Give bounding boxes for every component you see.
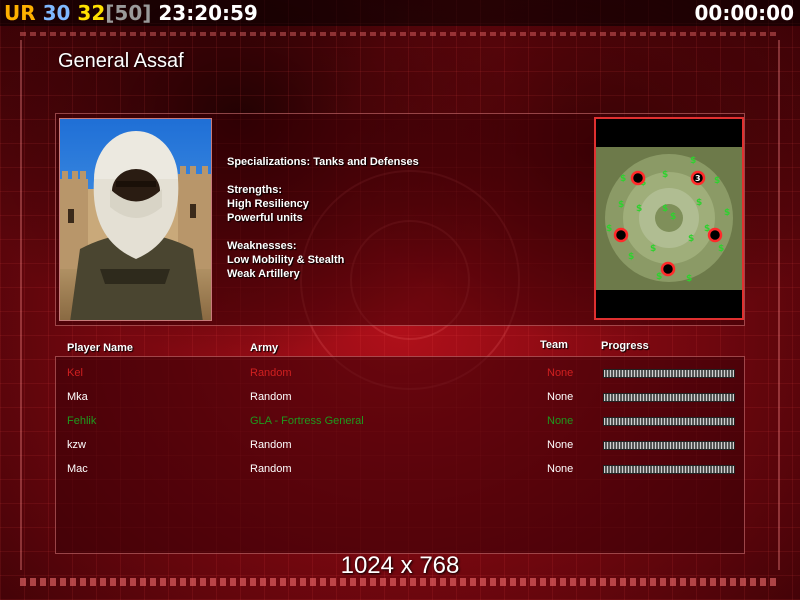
- frame-right: [778, 40, 780, 570]
- player-team: None: [547, 439, 574, 451]
- resolution-label: 1024 x 768: [340, 552, 460, 579]
- player-army: GLA - Fortress General: [250, 415, 364, 427]
- svg-text:$: $: [618, 200, 624, 210]
- svg-text:$: $: [662, 170, 668, 180]
- player-name: kzw: [67, 439, 86, 451]
- svg-text:$: $: [620, 174, 626, 184]
- player-progress-bar: [603, 417, 735, 426]
- col-progress: Progress: [601, 340, 649, 352]
- player-team: None: [547, 463, 574, 475]
- player-team: None: [547, 391, 574, 403]
- player-progress-bar: [603, 393, 735, 402]
- player-row: kzw Random None: [55, 437, 745, 455]
- player-army: Random: [250, 463, 292, 475]
- general-portrait-image: [60, 131, 211, 320]
- hud-fps-secondary: 32: [77, 1, 106, 25]
- svg-text:$: $: [714, 176, 720, 186]
- col-player-name: Player Name: [67, 342, 134, 354]
- svg-text:$: $: [718, 244, 724, 254]
- frame-left: [20, 40, 22, 570]
- weaknesses-title: Weaknesses:: [227, 240, 297, 252]
- player-progress-bar: [603, 369, 735, 378]
- strengths-title: Strengths:: [227, 184, 282, 196]
- svg-text:$: $: [662, 204, 668, 214]
- hud-ur-label: UR: [4, 1, 36, 25]
- svg-text:$: $: [656, 272, 662, 282]
- hud-game-timer: 00:00:00: [694, 1, 795, 25]
- player-progress-bar: [603, 441, 735, 450]
- hud-bar: UR 30 32[50] 23:20:59 00:00:00: [0, 0, 800, 26]
- player-team: None: [547, 367, 574, 379]
- col-team: Team: [540, 339, 568, 351]
- specializations-text: Specializations: Tanks and Defenses: [227, 156, 419, 168]
- svg-text:$: $: [724, 208, 730, 218]
- general-portrait: [59, 118, 212, 321]
- player-list-panel: [55, 356, 745, 554]
- svg-text:$: $: [688, 234, 694, 244]
- player-name: Mka: [67, 391, 88, 403]
- weakness-item: Weak Artillery: [227, 268, 300, 280]
- minimap-image: $$$$$ $$$$$$ $$$$ $$$$ 3: [596, 119, 742, 318]
- general-name: General Assaf: [58, 50, 184, 72]
- player-row: Mka Random None: [55, 389, 745, 407]
- strength-item: High Resiliency: [227, 198, 309, 210]
- minimap: $$$$$ $$$$$$ $$$$ $$$$ 3: [594, 117, 744, 320]
- player-row: Kel Random None: [55, 365, 745, 383]
- player-name: Kel: [67, 367, 83, 379]
- svg-text:$: $: [606, 224, 612, 234]
- hud-fps-cap: [50]: [105, 1, 152, 25]
- player-army: Random: [250, 367, 292, 379]
- player-army: Random: [250, 439, 292, 451]
- player-team: None: [547, 415, 574, 427]
- player-row: Fehlik GLA - Fortress General None: [55, 413, 745, 431]
- svg-text:$: $: [670, 212, 676, 222]
- player-name: Fehlik: [67, 415, 97, 427]
- player-progress-bar: [603, 465, 735, 474]
- general-description: Specializations: Tanks and Defenses Stre…: [227, 155, 419, 281]
- svg-text:$: $: [628, 252, 634, 262]
- svg-text:$: $: [686, 274, 692, 284]
- hud-stats: UR 30 32[50] 23:20:59: [4, 1, 258, 25]
- svg-text:$: $: [696, 198, 702, 208]
- strength-item: Powerful units: [227, 212, 303, 224]
- svg-text:$: $: [650, 244, 656, 254]
- hud-fps: 30: [42, 1, 71, 25]
- weakness-item: Low Mobility & Stealth: [227, 254, 345, 266]
- frame-top-strip: [20, 32, 780, 36]
- svg-text:$: $: [636, 204, 642, 214]
- svg-text:$: $: [690, 156, 696, 166]
- player-army: Random: [250, 391, 292, 403]
- player-name: Mac: [67, 463, 88, 475]
- player-row: Mac Random None: [55, 461, 745, 479]
- hud-clock: 23:20:59: [158, 1, 258, 25]
- col-army: Army: [250, 342, 279, 354]
- minimap-start-3: 3: [695, 174, 701, 183]
